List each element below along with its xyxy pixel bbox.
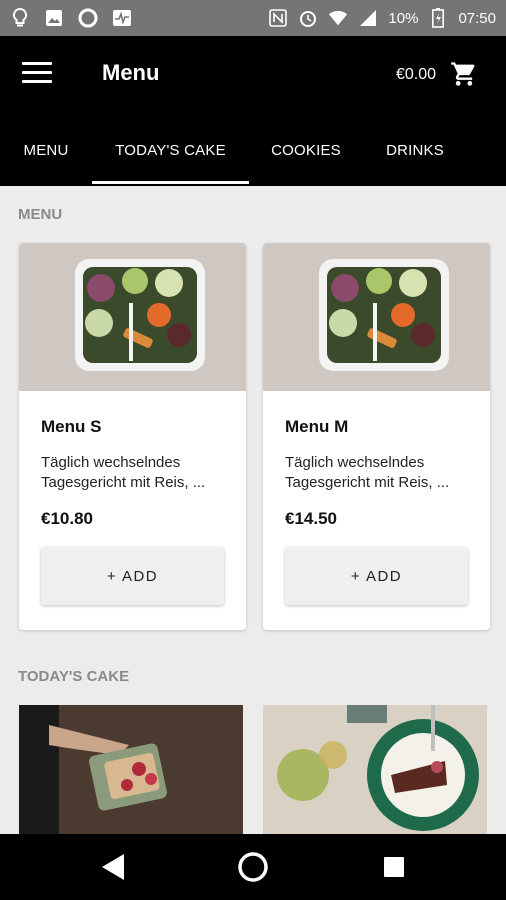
add-button[interactable]: + ADD <box>285 547 468 605</box>
food-bowl-image <box>19 243 246 391</box>
tab-cookies[interactable]: COOKIES <box>249 114 363 186</box>
app-toolbar: Menu €0.00 <box>0 36 506 114</box>
menu-item-card[interactable]: Menu S Täglich wechselndes Tagesgericht … <box>19 243 246 630</box>
alarm-icon <box>298 8 318 28</box>
cake-card[interactable] <box>19 705 243 835</box>
item-price: €14.50 <box>285 509 337 528</box>
item-name: Menu S <box>41 417 102 436</box>
category-tabs: MENU TODAY'S CAKE COOKIES DRINKS <box>0 114 506 186</box>
tab-drinks[interactable]: DRINKS <box>363 114 467 186</box>
food-bowl-image <box>263 243 490 391</box>
recents-icon[interactable] <box>383 856 405 883</box>
lightbulb-icon <box>10 8 30 28</box>
back-icon[interactable] <box>100 852 126 887</box>
section-title-todays-cake: TODAY'S CAKE <box>18 668 130 685</box>
cake-image <box>263 705 487 835</box>
tab-menu[interactable]: MENU <box>0 114 92 186</box>
item-description: Täglich wechselndes Tagesgericht mit Rei… <box>41 454 206 491</box>
battery-icon <box>428 8 448 28</box>
wifi-icon <box>328 8 348 28</box>
cart-total: €0.00 <box>395 66 436 83</box>
clock: 07:50 <box>458 9 496 27</box>
page-title: Menu <box>102 60 160 85</box>
add-button[interactable]: + ADD <box>41 547 224 605</box>
system-nav-bar <box>0 834 506 900</box>
signal-icon <box>358 8 378 28</box>
item-price: €10.80 <box>41 509 93 528</box>
battery-percent: 10% <box>388 9 419 27</box>
image-icon <box>44 8 64 28</box>
cake-image <box>19 705 243 835</box>
status-bar: 10% 07:50 <box>0 0 506 36</box>
section-title-menu: MENU <box>18 206 63 223</box>
home-icon[interactable] <box>237 851 269 888</box>
pulse-icon <box>112 8 132 28</box>
menu-icon[interactable] <box>22 62 52 86</box>
item-name: Menu M <box>285 417 349 436</box>
cake-card[interactable] <box>263 705 487 835</box>
shopping-cart-icon[interactable] <box>450 60 478 88</box>
item-description: Täglich wechselndes Tagesgericht mit Rei… <box>285 454 450 491</box>
circle-icon <box>78 8 98 28</box>
menu-item-card[interactable]: Menu M Täglich wechselndes Tagesgericht … <box>263 243 490 630</box>
nfc-icon <box>268 8 288 28</box>
tab-todays-cake[interactable]: TODAY'S CAKE <box>92 114 249 186</box>
